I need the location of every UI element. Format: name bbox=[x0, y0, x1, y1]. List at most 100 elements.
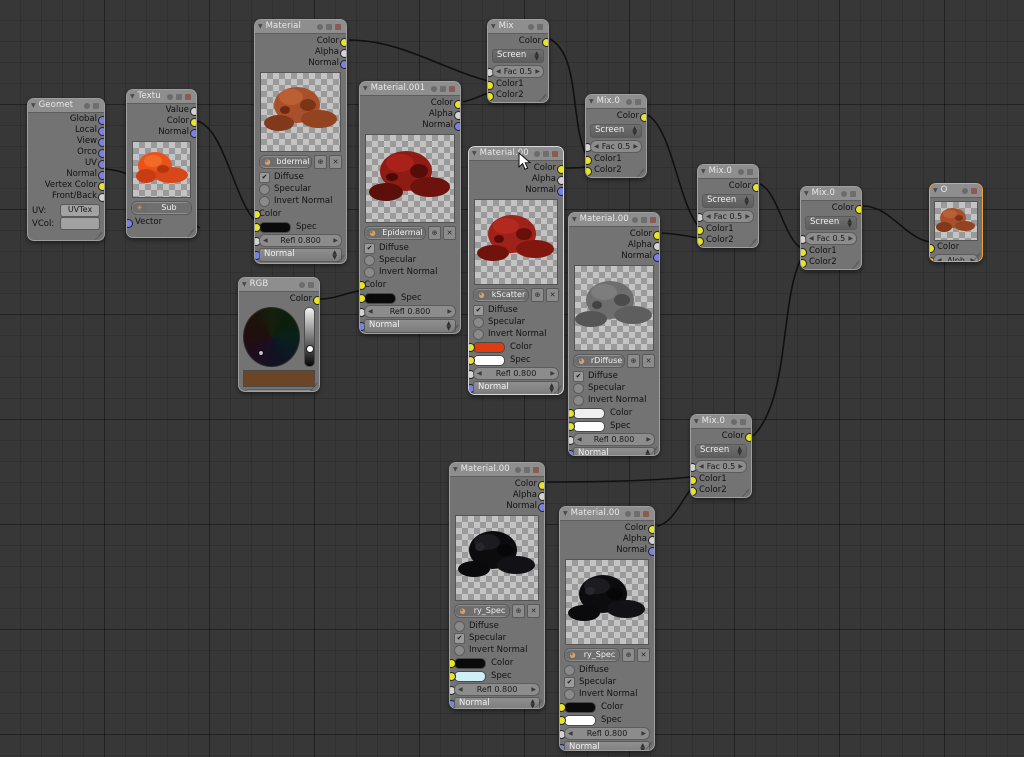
socket-row-alpha[interactable]: Alpha bbox=[364, 109, 460, 120]
socket-color2[interactable] bbox=[801, 259, 807, 268]
socket-color2[interactable] bbox=[698, 237, 704, 246]
checkbox-icon[interactable] bbox=[259, 183, 270, 195]
socket-color[interactable] bbox=[340, 38, 346, 47]
toggle-invert-normal[interactable]: Invert Normal bbox=[564, 688, 650, 700]
socket-row-uv[interactable]: UV bbox=[32, 158, 104, 169]
socket-row-color[interactable]: Color bbox=[573, 229, 659, 240]
node-options-icon[interactable] bbox=[431, 85, 437, 92]
rgb-color-swatch[interactable] bbox=[243, 370, 315, 387]
increment-arrow-icon[interactable]: ▶ bbox=[447, 307, 452, 317]
base-color-swatch[interactable] bbox=[473, 341, 505, 353]
input-spec[interactable]: Spec bbox=[469, 354, 559, 366]
texture-datablock-row[interactable]: ✳ Sub bbox=[131, 201, 192, 215]
collapse-triangle-icon[interactable]: ▼ bbox=[491, 23, 496, 30]
node-preview-icon[interactable] bbox=[634, 510, 640, 517]
socket-color[interactable] bbox=[855, 205, 861, 214]
checkbox-icon[interactable] bbox=[364, 242, 375, 254]
normal-dropdown[interactable]: Normal ▲▼ bbox=[364, 319, 456, 333]
toggle-diffuse[interactable]: Diffuse bbox=[259, 171, 342, 183]
node-header[interactable]: ▼ RGB bbox=[239, 278, 319, 292]
socket-row-orco[interactable]: Orco bbox=[32, 147, 104, 158]
socket-normal[interactable] bbox=[98, 171, 104, 180]
node-mix-3[interactable]: ▼ Mix.0 Color Screen ▲ ▼ ◀ Fac 0.5 ▶ Col… bbox=[697, 164, 759, 248]
socket-row-normal[interactable]: Normal bbox=[473, 185, 563, 196]
blend-mode-dropdown[interactable]: Screen ▲ ▼ bbox=[590, 124, 642, 138]
socket-color1[interactable] bbox=[586, 156, 592, 165]
refl-slider[interactable]: ◀ Refl 0.800 ▶ bbox=[564, 727, 650, 740]
node-preview-icon[interactable] bbox=[747, 168, 753, 175]
material-datablock-name[interactable]: Epidermal bbox=[380, 228, 425, 238]
spec-color-swatch[interactable] bbox=[364, 292, 396, 304]
socket-row-color[interactable]: Color bbox=[492, 36, 548, 47]
node-options-icon[interactable] bbox=[317, 23, 323, 30]
decrement-arrow-icon[interactable]: ◀ bbox=[937, 256, 942, 262]
uv-field[interactable]: UV: UVTex bbox=[32, 204, 100, 217]
material-datablock-row[interactable]: ◕ ry_Spec ⊕ ✕ bbox=[564, 648, 650, 662]
fac-slider[interactable]: ◀ Fac 0.5 ▶ bbox=[590, 140, 642, 153]
checkbox-icon[interactable] bbox=[364, 254, 375, 266]
socket-value[interactable] bbox=[190, 107, 196, 116]
node-mute-icon[interactable] bbox=[335, 23, 341, 30]
checkbox-icon[interactable] bbox=[573, 370, 584, 382]
socket-global[interactable] bbox=[98, 116, 104, 125]
decrement-arrow-icon[interactable]: ◀ bbox=[477, 369, 482, 379]
socket-view[interactable] bbox=[98, 138, 104, 147]
material-datablock-row[interactable]: ◕ kScatter ⊕ ✕ bbox=[473, 288, 559, 302]
node-options-icon[interactable] bbox=[738, 168, 744, 175]
socket-vector[interactable] bbox=[127, 219, 133, 228]
vcol-field[interactable]: VCol: bbox=[32, 217, 100, 230]
refl-slider[interactable]: ◀ Refl 0.800 ▶ bbox=[454, 683, 540, 696]
socket-normal[interactable] bbox=[190, 129, 196, 138]
node-options-icon[interactable] bbox=[631, 216, 638, 223]
resize-grip[interactable] bbox=[449, 323, 458, 332]
node-rgb[interactable]: ▼ RGB Color bbox=[238, 277, 320, 392]
material-datablock-row[interactable]: ◕ Epidermal ⊕ ✕ bbox=[364, 226, 456, 240]
socket-color[interactable] bbox=[640, 113, 646, 122]
link-material-button[interactable]: ⊕ bbox=[627, 354, 640, 368]
socket-color[interactable] bbox=[542, 38, 548, 47]
socket-front-back[interactable] bbox=[98, 193, 104, 202]
resize-grip[interactable] bbox=[533, 698, 542, 707]
socket-row-global[interactable]: Global bbox=[32, 114, 104, 125]
resize-grip[interactable] bbox=[971, 251, 980, 260]
toggle-invert-normal[interactable]: Invert Normal bbox=[573, 394, 655, 406]
socket-color1[interactable] bbox=[488, 81, 494, 90]
collapse-triangle-icon[interactable]: ▼ bbox=[572, 216, 577, 223]
input-color[interactable]: Color bbox=[255, 208, 342, 220]
value-slider[interactable] bbox=[303, 307, 315, 367]
toggle-diffuse[interactable]: Diffuse bbox=[364, 242, 456, 254]
node-header[interactable]: ▼ Textu bbox=[127, 90, 196, 104]
socket-color-in[interactable] bbox=[930, 244, 935, 253]
node-material-rdiffuse[interactable]: ▼ Material.00 Color Alpha Normal ◕ rDiff… bbox=[568, 212, 660, 456]
socket-row-front-back[interactable]: Front/Back bbox=[32, 191, 104, 202]
node-material-scatter[interactable]: ▼ Material.00 Color Alpha Normal ◕ kScat… bbox=[468, 146, 564, 395]
resize-grip[interactable] bbox=[93, 230, 102, 239]
toggle-diffuse[interactable]: Diffuse bbox=[564, 664, 650, 676]
socket-normal[interactable] bbox=[538, 503, 544, 512]
socket-row-alpha[interactable]: Alpha bbox=[473, 174, 563, 185]
decrement-arrow-icon[interactable]: ◀ bbox=[247, 391, 252, 392]
node-header[interactable]: ▼ Material.00 bbox=[450, 463, 544, 477]
node-header[interactable]: ▼ Mix bbox=[488, 20, 548, 34]
blend-mode-dropdown[interactable]: Screen ▲ ▼ bbox=[695, 444, 747, 458]
unlink-material-button[interactable]: ✕ bbox=[637, 648, 650, 662]
node-preview-icon[interactable] bbox=[524, 466, 530, 473]
node-mute-icon[interactable] bbox=[449, 85, 455, 92]
socket-row-value[interactable]: Value bbox=[131, 105, 196, 116]
normal-dropdown[interactable]: Normal ▲▼ bbox=[473, 381, 559, 394]
checkbox-icon[interactable] bbox=[564, 664, 575, 676]
socket-normal[interactable] bbox=[340, 60, 346, 69]
node-geometry[interactable]: ▼ Geomet Global Local View Orco UV Norma… bbox=[27, 98, 105, 241]
normal-dropdown[interactable]: Normal ▲▼ bbox=[259, 248, 342, 262]
collapse-triangle-icon[interactable]: ▼ bbox=[453, 466, 458, 473]
socket-row-color[interactable]: Color bbox=[454, 479, 544, 490]
node-mix-4[interactable]: ▼ Mix.0 Color Screen ▲ ▼ ◀ Fac 0.5 ▶ Col… bbox=[800, 186, 862, 270]
link-material-button[interactable]: ⊕ bbox=[531, 288, 544, 302]
node-options-icon[interactable] bbox=[841, 190, 847, 197]
blend-mode-dropdown[interactable]: Screen ▲ ▼ bbox=[702, 194, 754, 208]
node-header[interactable]: ▼ Geomet bbox=[28, 99, 104, 113]
decrement-arrow-icon[interactable]: ◀ bbox=[706, 212, 711, 222]
unlink-material-button[interactable]: ✕ bbox=[642, 354, 655, 368]
material-datablock-row[interactable]: ◕ ry_Spec ⊕ ✕ bbox=[454, 604, 540, 618]
decrement-arrow-icon[interactable]: ◀ bbox=[594, 142, 599, 152]
